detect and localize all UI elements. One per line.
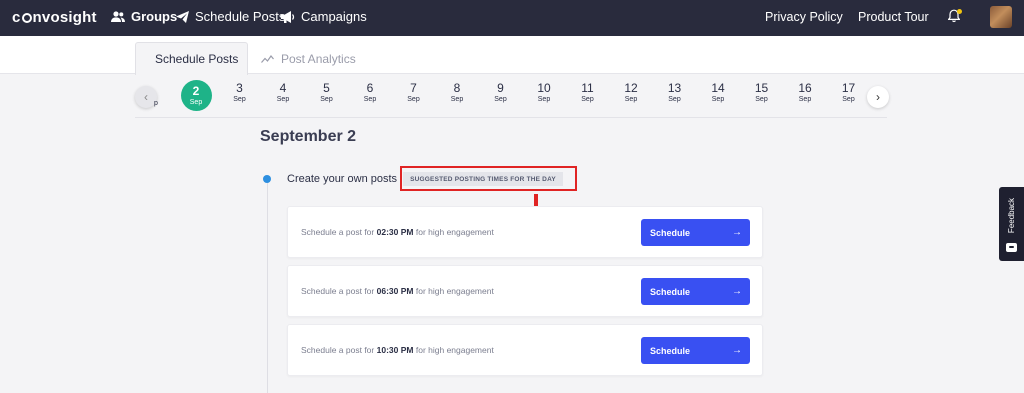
schedule-button[interactable]: Schedule →: [641, 219, 750, 246]
date-day: 11: [581, 81, 594, 95]
date-day: 7: [410, 81, 417, 95]
nav-groups-label: Groups: [131, 9, 178, 24]
date-item[interactable]: 4 Sep: [268, 82, 298, 105]
slot-time: 10:30 PM: [376, 345, 414, 355]
megaphone-icon: [281, 10, 295, 23]
date-month: Sep: [450, 96, 464, 103]
timeline-line: [267, 182, 268, 393]
tab-schedule-posts[interactable]: Schedule Posts: [135, 42, 248, 75]
tab-post-analytics-label: Post Analytics: [281, 51, 356, 66]
date-item[interactable]: 5 Sep: [312, 82, 342, 105]
nav-groups[interactable]: Groups: [111, 9, 177, 24]
date-month: Sep: [711, 96, 725, 103]
date-month: Sep: [189, 99, 203, 106]
date-month: Sep: [407, 96, 420, 103]
date-day: 17: [841, 81, 856, 95]
date-month: Sep: [276, 96, 290, 103]
nav-schedule-posts[interactable]: Schedule Posts: [176, 9, 285, 24]
date-item[interactable]: 9 Sep: [486, 82, 516, 105]
slot-time: 06:30 PM: [376, 286, 414, 296]
tab-schedule-posts-label: Schedule Posts: [155, 52, 239, 66]
slot-text: Schedule a post for 10:30 PM for high en…: [301, 345, 494, 355]
date-month: Sep: [668, 96, 681, 103]
tab-strip: Schedule Posts Post Analytics: [0, 36, 1024, 75]
feedback-icon: [1006, 243, 1017, 252]
privacy-policy-link[interactable]: Privacy Policy: [765, 10, 843, 24]
date-item[interactable]: 13 Sep: [660, 82, 690, 105]
feedback-label: Feedback: [1007, 197, 1017, 233]
date-month: Sep: [537, 96, 551, 103]
date-month: Sep: [494, 96, 507, 103]
date-item[interactable]: 12 Sep: [616, 82, 646, 105]
date-item[interactable]: 8 Sep: [442, 82, 472, 105]
date-day: 4: [279, 81, 287, 95]
suggested-times-badge: SUGGESTED POSTING TIMES FOR THE DAY: [403, 172, 563, 186]
date-item[interactable]: 15 Sep: [747, 82, 777, 105]
date-item[interactable]: 7 Sep: [399, 82, 429, 105]
trend-line-icon: [261, 55, 274, 63]
tab-post-analytics[interactable]: Post Analytics: [249, 42, 368, 75]
timeline-dot: [263, 175, 271, 183]
convosight-logo[interactable]: c nvosight: [12, 9, 97, 26]
date-partial-label: p: [154, 100, 158, 107]
date-day: 14: [711, 81, 725, 95]
chevron-right-icon: ›: [876, 90, 880, 104]
date-month: Sep: [798, 96, 812, 103]
arrow-right-icon: →: [732, 345, 742, 356]
date-day: 10: [537, 81, 551, 95]
user-avatar[interactable]: [990, 6, 1012, 28]
date-item[interactable]: 11 Sep: [573, 82, 603, 105]
date-day: 8: [453, 81, 461, 95]
date-day: 12: [624, 81, 638, 95]
feedback-tab[interactable]: Feedback: [999, 187, 1024, 261]
top-navbar: c nvosight Groups Schedule Posts Campaign…: [0, 0, 1024, 36]
date-month: Sep: [363, 96, 377, 103]
date-month: Sep: [624, 96, 638, 103]
date-month: Sep: [581, 96, 594, 103]
date-item[interactable]: 17 Sep: [834, 82, 864, 105]
slot-time: 02:30 PM: [376, 227, 414, 237]
paper-plane-icon: [176, 10, 189, 23]
date-item[interactable]: 16 Sep: [790, 82, 820, 105]
date-day: 16: [798, 81, 812, 95]
slot-text: Schedule a post for 06:30 PM for high en…: [301, 286, 494, 296]
slot-text: Schedule a post for 02:30 PM for high en…: [301, 227, 494, 237]
date-item[interactable]: 3 Sep: [225, 82, 255, 105]
date-day: 5: [323, 81, 330, 95]
nav-schedule-posts-label: Schedule Posts: [195, 9, 286, 24]
date-day: 2: [192, 84, 200, 98]
date-month: Sep: [233, 96, 246, 103]
nav-campaigns[interactable]: Campaigns: [281, 9, 367, 24]
arrow-right-icon: →: [732, 227, 742, 238]
date-item[interactable]: 10 Sep: [529, 82, 559, 105]
schedule-slot-card: Schedule a post for 06:30 PM for high en…: [287, 265, 763, 317]
nav-campaigns-label: Campaigns: [301, 9, 367, 24]
create-posts-label: Create your own posts: [287, 173, 398, 185]
date-month: Sep: [755, 96, 768, 103]
date-day: 15: [754, 81, 769, 95]
date-day: 6: [366, 81, 374, 95]
day-heading: September 2: [260, 128, 357, 145]
date-item[interactable]: 14 Sep: [703, 82, 733, 105]
date-day: 3: [236, 81, 243, 95]
schedule-button[interactable]: Schedule →: [641, 337, 750, 364]
date-month: Sep: [842, 96, 855, 103]
next-dates-button[interactable]: ›: [867, 86, 889, 108]
schedule-button[interactable]: Schedule →: [641, 278, 750, 305]
date-strip: ‹ p 2 Sep 3 Sep 4 Sep 5 Sep 6 Sep 7 Sep 8 Sep 9 Sep 10 Se…: [135, 78, 889, 118]
date-month: Sep: [320, 96, 333, 103]
notification-dot: [957, 9, 962, 14]
chevron-left-icon: ‹: [144, 90, 148, 104]
date-item[interactable]: 6 Sep: [355, 82, 385, 105]
date-day: 13: [667, 81, 682, 95]
date-day: 9: [497, 81, 504, 95]
schedule-slot-card: Schedule a post for 10:30 PM for high en…: [287, 324, 763, 376]
users-icon: [111, 10, 125, 22]
date-item-selected[interactable]: 2 Sep: [180, 80, 212, 111]
arrow-right-icon: →: [732, 286, 742, 297]
product-tour-link[interactable]: Product Tour: [858, 10, 929, 24]
schedule-slot-card: Schedule a post for 02:30 PM for high en…: [287, 206, 763, 258]
